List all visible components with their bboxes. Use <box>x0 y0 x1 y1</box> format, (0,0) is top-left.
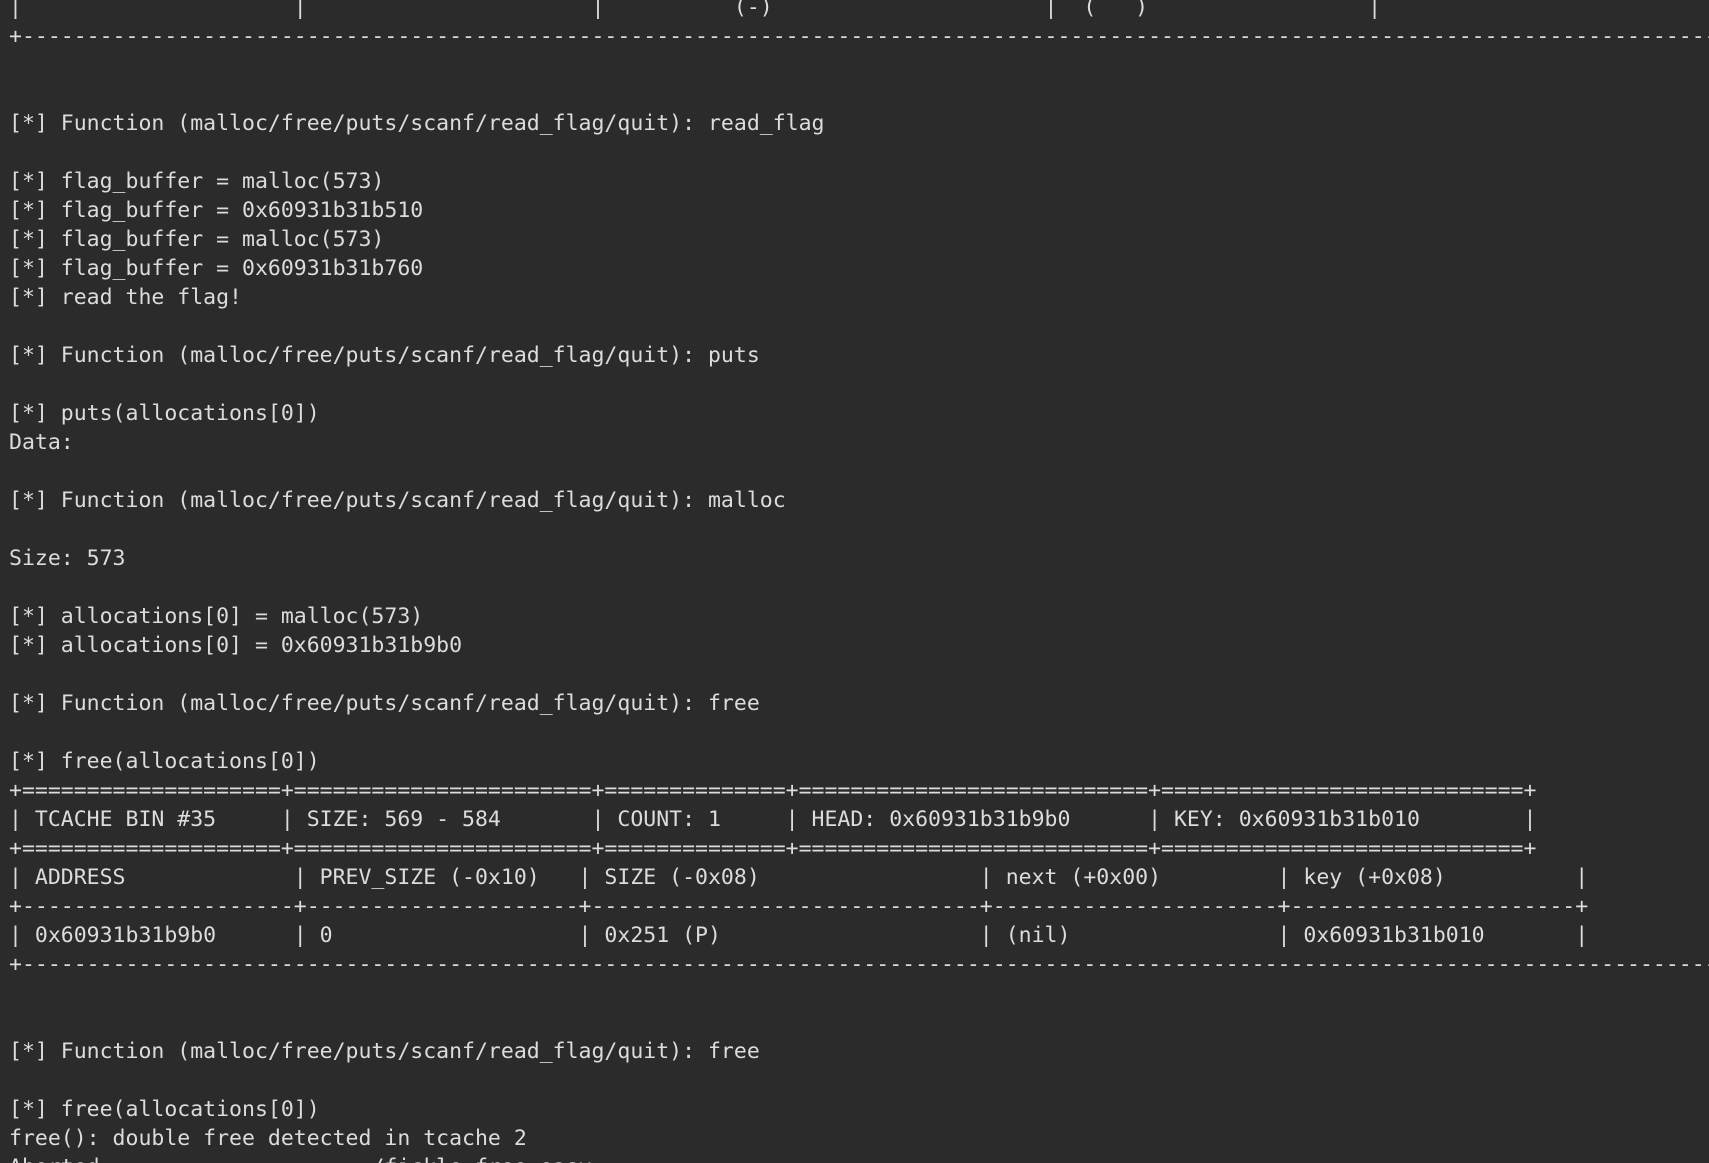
tcache-table-border: +---------------------------------------… <box>9 952 1709 977</box>
terminal-line: [*] Function (malloc/free/puts/scanf/rea… <box>9 111 825 136</box>
terminal-line: [*] flag_buffer = 0x60931b31b510 <box>9 198 424 223</box>
tcache-table-border: +====================+==================… <box>9 836 1537 861</box>
terminal-line: [*] allocations[0] = malloc(573) <box>9 604 424 629</box>
tcache-table-border: +---------------------+-----------------… <box>9 894 1589 919</box>
tcache-table-data-row: | 0x60931b31b9b0 | 0 | 0x251 (P) | (nil)… <box>9 923 1589 948</box>
tcache-table-columns-row: | ADDRESS | PREV_SIZE (-0x10) | SIZE (-0… <box>9 865 1589 890</box>
terminal-line: +---------------------------------------… <box>9 24 1709 49</box>
tcache-table-header-row: | TCACHE BIN #35 | SIZE: 569 - 584 | COU… <box>9 807 1537 832</box>
terminal-line: [*] Function (malloc/free/puts/scanf/rea… <box>9 1039 760 1064</box>
error-message: free(): double free detected in tcache 2 <box>9 1126 527 1151</box>
tcache-table-border: +====================+==================… <box>9 778 1537 803</box>
terminal-line: [*] read the flag! <box>9 285 242 310</box>
terminal-window[interactable]: | | | (-) | ( ) | | +-------------------… <box>0 0 1709 1163</box>
terminal-line: | | | (-) | ( ) | | <box>9 0 1709 20</box>
abort-message: Aborted ./fickle-free-easy <box>9 1153 1709 1163</box>
terminal-output: | | | (-) | ( ) | | +-------------------… <box>9 0 1709 1163</box>
terminal-line: [*] Function (malloc/free/puts/scanf/rea… <box>9 691 760 716</box>
terminal-line: [*] flag_buffer = 0x60931b31b760 <box>9 256 424 281</box>
terminal-line: [*] puts(allocations[0]) <box>9 401 320 426</box>
terminal-line: [*] free(allocations[0]) <box>9 1097 320 1122</box>
terminal-line: [*] Function (malloc/free/puts/scanf/rea… <box>9 343 760 368</box>
terminal-line: Size: 573 <box>9 546 126 571</box>
terminal-line: [*] Function (malloc/free/puts/scanf/rea… <box>9 488 786 513</box>
terminal-line: [*] free(allocations[0]) <box>9 749 320 774</box>
terminal-line: [*] allocations[0] = 0x60931b31b9b0 <box>9 633 463 658</box>
terminal-line: Data: <box>9 430 74 455</box>
terminal-line: [*] flag_buffer = malloc(573) <box>9 227 385 252</box>
terminal-line: [*] flag_buffer = malloc(573) <box>9 169 385 194</box>
